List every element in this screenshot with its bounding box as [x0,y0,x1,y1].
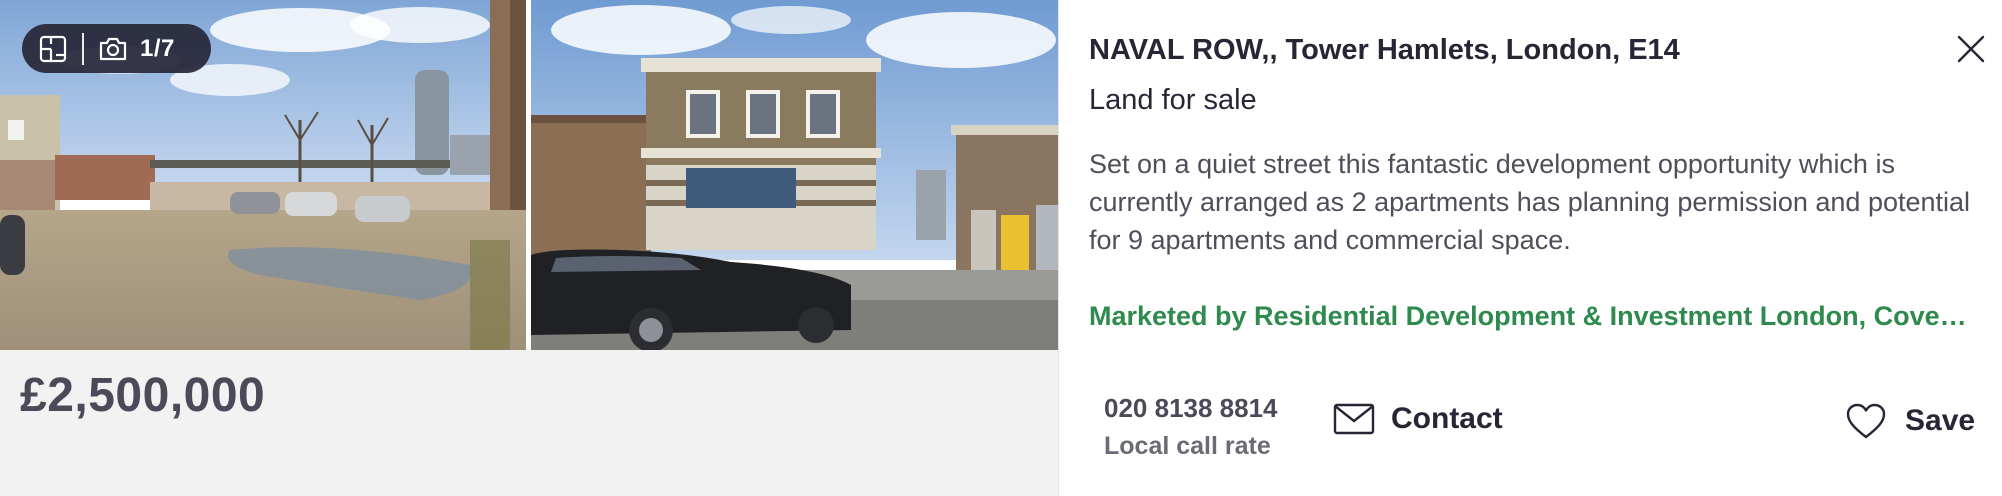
media-panel: 1/7 £2,500,000 [0,0,1058,496]
contact-button[interactable]: Contact [1333,402,1503,436]
listing-price: £2,500,000 [20,369,266,422]
save-label: Save [1905,404,1976,437]
listing-description: Set on a quiet street this fantastic dev… [1089,149,1971,255]
photo-gallery[interactable]: 1/7 [0,0,1058,350]
photo-counter-badge[interactable]: 1/7 [22,24,211,73]
building-photo [531,0,1058,350]
listing-type: Land for sale [1089,84,1257,116]
details-panel: NAVAL ROW,, Tower Hamlets, London, E14 L… [1058,0,2002,496]
close-button[interactable] [1954,32,1988,66]
camera-icon[interactable] [98,34,128,64]
heart-icon [1845,402,1887,440]
save-button[interactable]: Save [1845,402,1975,440]
photo-counter: 1/7 [140,34,175,62]
badge-divider [82,32,84,65]
phone-contact[interactable]: 020 8138 8814 Local call rate [1104,393,1278,461]
listing-address[interactable]: NAVAL ROW,, Tower Hamlets, London, E14 [1089,34,1680,67]
contact-label: Contact [1391,402,1503,435]
property-photo-2[interactable] [531,0,1058,350]
property-card[interactable]: 1/7 £2,500,000 NAVAL ROW,, Tower Hamlets… [0,0,2002,496]
phone-number[interactable]: 020 8138 8814 [1104,393,1278,424]
marketed-by-link[interactable]: Marketed by Residential Development & In… [1089,301,1979,332]
close-icon [1957,35,1985,63]
floorplan-icon[interactable] [38,34,68,64]
envelope-icon [1333,402,1375,436]
phone-rate: Local call rate [1104,432,1271,460]
